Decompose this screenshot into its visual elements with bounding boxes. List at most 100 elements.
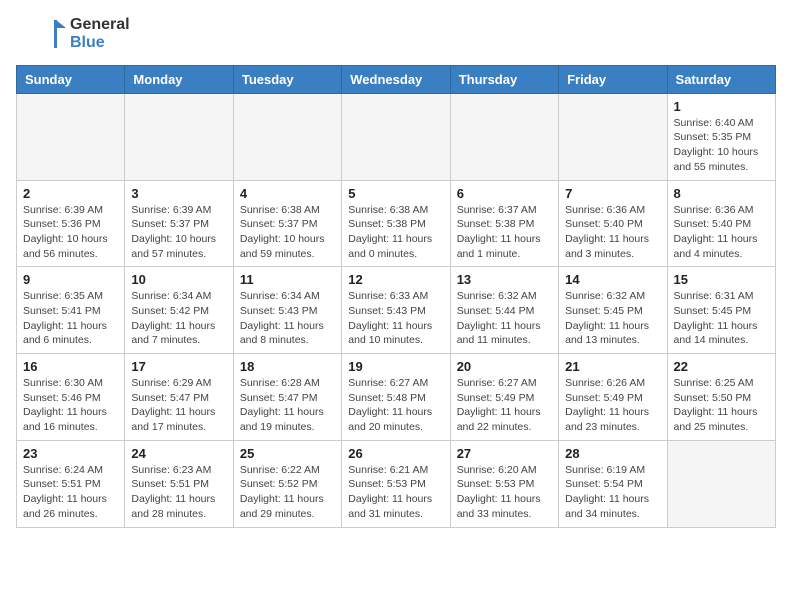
- weekday-header-row: SundayMondayTuesdayWednesdayThursdayFrid…: [17, 65, 776, 93]
- calendar-cell: 19 Sunrise: 6:27 AM Sunset: 5:48 PM Dayli…: [342, 354, 450, 441]
- day-info: Sunrise: 6:20 AM Sunset: 5:53 PM Dayligh…: [457, 463, 552, 522]
- calendar-cell: [342, 93, 450, 180]
- day-number: 4: [240, 186, 335, 201]
- day-number: 3: [131, 186, 226, 201]
- calendar-cell: 28Sunrise: 6:19 AM Sunset: 5:54 PM Dayli…: [559, 440, 667, 527]
- calendar-table: SundayMondayTuesdayWednesdayThursdayFrid…: [16, 65, 776, 528]
- calendar-cell: 22Sunrise: 6:25 AM Sunset: 5:50 PM Dayli…: [667, 354, 775, 441]
- day-number: 5: [348, 186, 443, 201]
- day-info: Sunrise: 6:40 AM Sunset: 5:35 PM Dayligh…: [674, 116, 769, 175]
- week-row-2: 2 Sunrise: 6:39 AM Sunset: 5:36 PM Daylig…: [17, 180, 776, 267]
- calendar-cell: 13 Sunrise: 6:32 AM Sunset: 5:44 PM Dayli…: [450, 267, 558, 354]
- page-header: GeneralBlue: [16, 16, 776, 53]
- day-info: Sunrise: 6:21 AM Sunset: 5:53 PM Dayligh…: [348, 463, 443, 522]
- day-number: 2: [23, 186, 118, 201]
- week-row-5: 23 Sunrise: 6:24 AM Sunset: 5:51 PM Dayli…: [17, 440, 776, 527]
- calendar-cell: 11 Sunrise: 6:34 AM Sunset: 5:43 PM Dayli…: [233, 267, 341, 354]
- calendar-cell: 17 Sunrise: 6:29 AM Sunset: 5:47 PM Dayli…: [125, 354, 233, 441]
- calendar-cell: 25Sunrise: 6:22 AM Sunset: 5:52 PM Dayli…: [233, 440, 341, 527]
- day-number: 16: [23, 359, 118, 374]
- day-info: Sunrise: 6:36 AM Sunset: 5:40 PM Dayligh…: [565, 203, 660, 262]
- calendar-cell: 18Sunrise: 6:28 AM Sunset: 5:47 PM Dayli…: [233, 354, 341, 441]
- day-info: Sunrise: 6:32 AM Sunset: 5:44 PM Dayligh…: [457, 289, 552, 348]
- calendar-cell: 10Sunrise: 6:34 AM Sunset: 5:42 PM Dayli…: [125, 267, 233, 354]
- calendar-cell: [450, 93, 558, 180]
- logo-general: General: [70, 16, 130, 34]
- day-number: 19: [348, 359, 443, 374]
- day-info: Sunrise: 6:27 AM Sunset: 5:49 PM Dayligh…: [457, 376, 552, 435]
- day-number: 13: [457, 272, 552, 287]
- day-number: 18: [240, 359, 335, 374]
- calendar-cell: [17, 93, 125, 180]
- day-number: 27: [457, 446, 552, 461]
- day-info: Sunrise: 6:35 AM Sunset: 5:41 PM Dayligh…: [23, 289, 118, 348]
- week-row-1: 1 Sunrise: 6:40 AM Sunset: 5:35 PM Daylig…: [17, 93, 776, 180]
- calendar-cell: 21 Sunrise: 6:26 AM Sunset: 5:49 PM Dayli…: [559, 354, 667, 441]
- calendar-cell: [667, 440, 775, 527]
- day-info: Sunrise: 6:31 AM Sunset: 5:45 PM Dayligh…: [674, 289, 769, 348]
- weekday-header-monday: Monday: [125, 65, 233, 93]
- calendar-cell: 14Sunrise: 6:32 AM Sunset: 5:45 PM Dayli…: [559, 267, 667, 354]
- logo: GeneralBlue: [16, 16, 130, 53]
- day-number: 7: [565, 186, 660, 201]
- calendar-cell: 27 Sunrise: 6:20 AM Sunset: 5:53 PM Dayli…: [450, 440, 558, 527]
- day-info: Sunrise: 6:27 AM Sunset: 5:48 PM Dayligh…: [348, 376, 443, 435]
- logo-blue: Blue: [70, 34, 130, 52]
- calendar-cell: 8 Sunrise: 6:36 AM Sunset: 5:40 PM Daylig…: [667, 180, 775, 267]
- day-number: 8: [674, 186, 769, 201]
- day-number: 1: [674, 99, 769, 114]
- day-number: 24: [131, 446, 226, 461]
- weekday-header-thursday: Thursday: [450, 65, 558, 93]
- calendar-cell: 6 Sunrise: 6:37 AM Sunset: 5:38 PM Daylig…: [450, 180, 558, 267]
- day-info: Sunrise: 6:25 AM Sunset: 5:50 PM Dayligh…: [674, 376, 769, 435]
- weekday-header-saturday: Saturday: [667, 65, 775, 93]
- calendar-cell: [233, 93, 341, 180]
- day-number: 6: [457, 186, 552, 201]
- day-number: 21: [565, 359, 660, 374]
- day-info: Sunrise: 6:26 AM Sunset: 5:49 PM Dayligh…: [565, 376, 660, 435]
- day-number: 15: [674, 272, 769, 287]
- logo-svg: [16, 16, 66, 52]
- day-number: 14: [565, 272, 660, 287]
- day-info: Sunrise: 6:38 AM Sunset: 5:37 PM Dayligh…: [240, 203, 335, 262]
- weekday-header-wednesday: Wednesday: [342, 65, 450, 93]
- calendar-cell: 23 Sunrise: 6:24 AM Sunset: 5:51 PM Dayli…: [17, 440, 125, 527]
- calendar-cell: 26 Sunrise: 6:21 AM Sunset: 5:53 PM Dayli…: [342, 440, 450, 527]
- day-info: Sunrise: 6:33 AM Sunset: 5:43 PM Dayligh…: [348, 289, 443, 348]
- calendar-cell: 3 Sunrise: 6:39 AM Sunset: 5:37 PM Daylig…: [125, 180, 233, 267]
- day-number: 23: [23, 446, 118, 461]
- calendar-cell: 7 Sunrise: 6:36 AM Sunset: 5:40 PM Daylig…: [559, 180, 667, 267]
- day-info: Sunrise: 6:24 AM Sunset: 5:51 PM Dayligh…: [23, 463, 118, 522]
- day-number: 9: [23, 272, 118, 287]
- day-info: Sunrise: 6:19 AM Sunset: 5:54 PM Dayligh…: [565, 463, 660, 522]
- day-number: 26: [348, 446, 443, 461]
- day-number: 10: [131, 272, 226, 287]
- calendar-cell: 24Sunrise: 6:23 AM Sunset: 5:51 PM Dayli…: [125, 440, 233, 527]
- day-info: Sunrise: 6:39 AM Sunset: 5:36 PM Dayligh…: [23, 203, 118, 262]
- calendar-cell: 9 Sunrise: 6:35 AM Sunset: 5:41 PM Daylig…: [17, 267, 125, 354]
- calendar-cell: 15 Sunrise: 6:31 AM Sunset: 5:45 PM Dayli…: [667, 267, 775, 354]
- day-number: 20: [457, 359, 552, 374]
- day-number: 25: [240, 446, 335, 461]
- calendar-cell: 5 Sunrise: 6:38 AM Sunset: 5:38 PM Daylig…: [342, 180, 450, 267]
- day-number: 11: [240, 272, 335, 287]
- calendar-cell: 1 Sunrise: 6:40 AM Sunset: 5:35 PM Daylig…: [667, 93, 775, 180]
- calendar-cell: 20 Sunrise: 6:27 AM Sunset: 5:49 PM Dayli…: [450, 354, 558, 441]
- calendar-cell: 2 Sunrise: 6:39 AM Sunset: 5:36 PM Daylig…: [17, 180, 125, 267]
- week-row-3: 9 Sunrise: 6:35 AM Sunset: 5:41 PM Daylig…: [17, 267, 776, 354]
- day-info: Sunrise: 6:30 AM Sunset: 5:46 PM Dayligh…: [23, 376, 118, 435]
- weekday-header-friday: Friday: [559, 65, 667, 93]
- day-info: Sunrise: 6:36 AM Sunset: 5:40 PM Dayligh…: [674, 203, 769, 262]
- calendar-cell: [125, 93, 233, 180]
- day-info: Sunrise: 6:39 AM Sunset: 5:37 PM Dayligh…: [131, 203, 226, 262]
- day-info: Sunrise: 6:38 AM Sunset: 5:38 PM Dayligh…: [348, 203, 443, 262]
- weekday-header-sunday: Sunday: [17, 65, 125, 93]
- week-row-4: 16 Sunrise: 6:30 AM Sunset: 5:46 PM Dayli…: [17, 354, 776, 441]
- day-info: Sunrise: 6:37 AM Sunset: 5:38 PM Dayligh…: [457, 203, 552, 262]
- day-info: Sunrise: 6:29 AM Sunset: 5:47 PM Dayligh…: [131, 376, 226, 435]
- day-info: Sunrise: 6:34 AM Sunset: 5:43 PM Dayligh…: [240, 289, 335, 348]
- day-number: 17: [131, 359, 226, 374]
- weekday-header-tuesday: Tuesday: [233, 65, 341, 93]
- calendar-cell: 12 Sunrise: 6:33 AM Sunset: 5:43 PM Dayli…: [342, 267, 450, 354]
- day-number: 12: [348, 272, 443, 287]
